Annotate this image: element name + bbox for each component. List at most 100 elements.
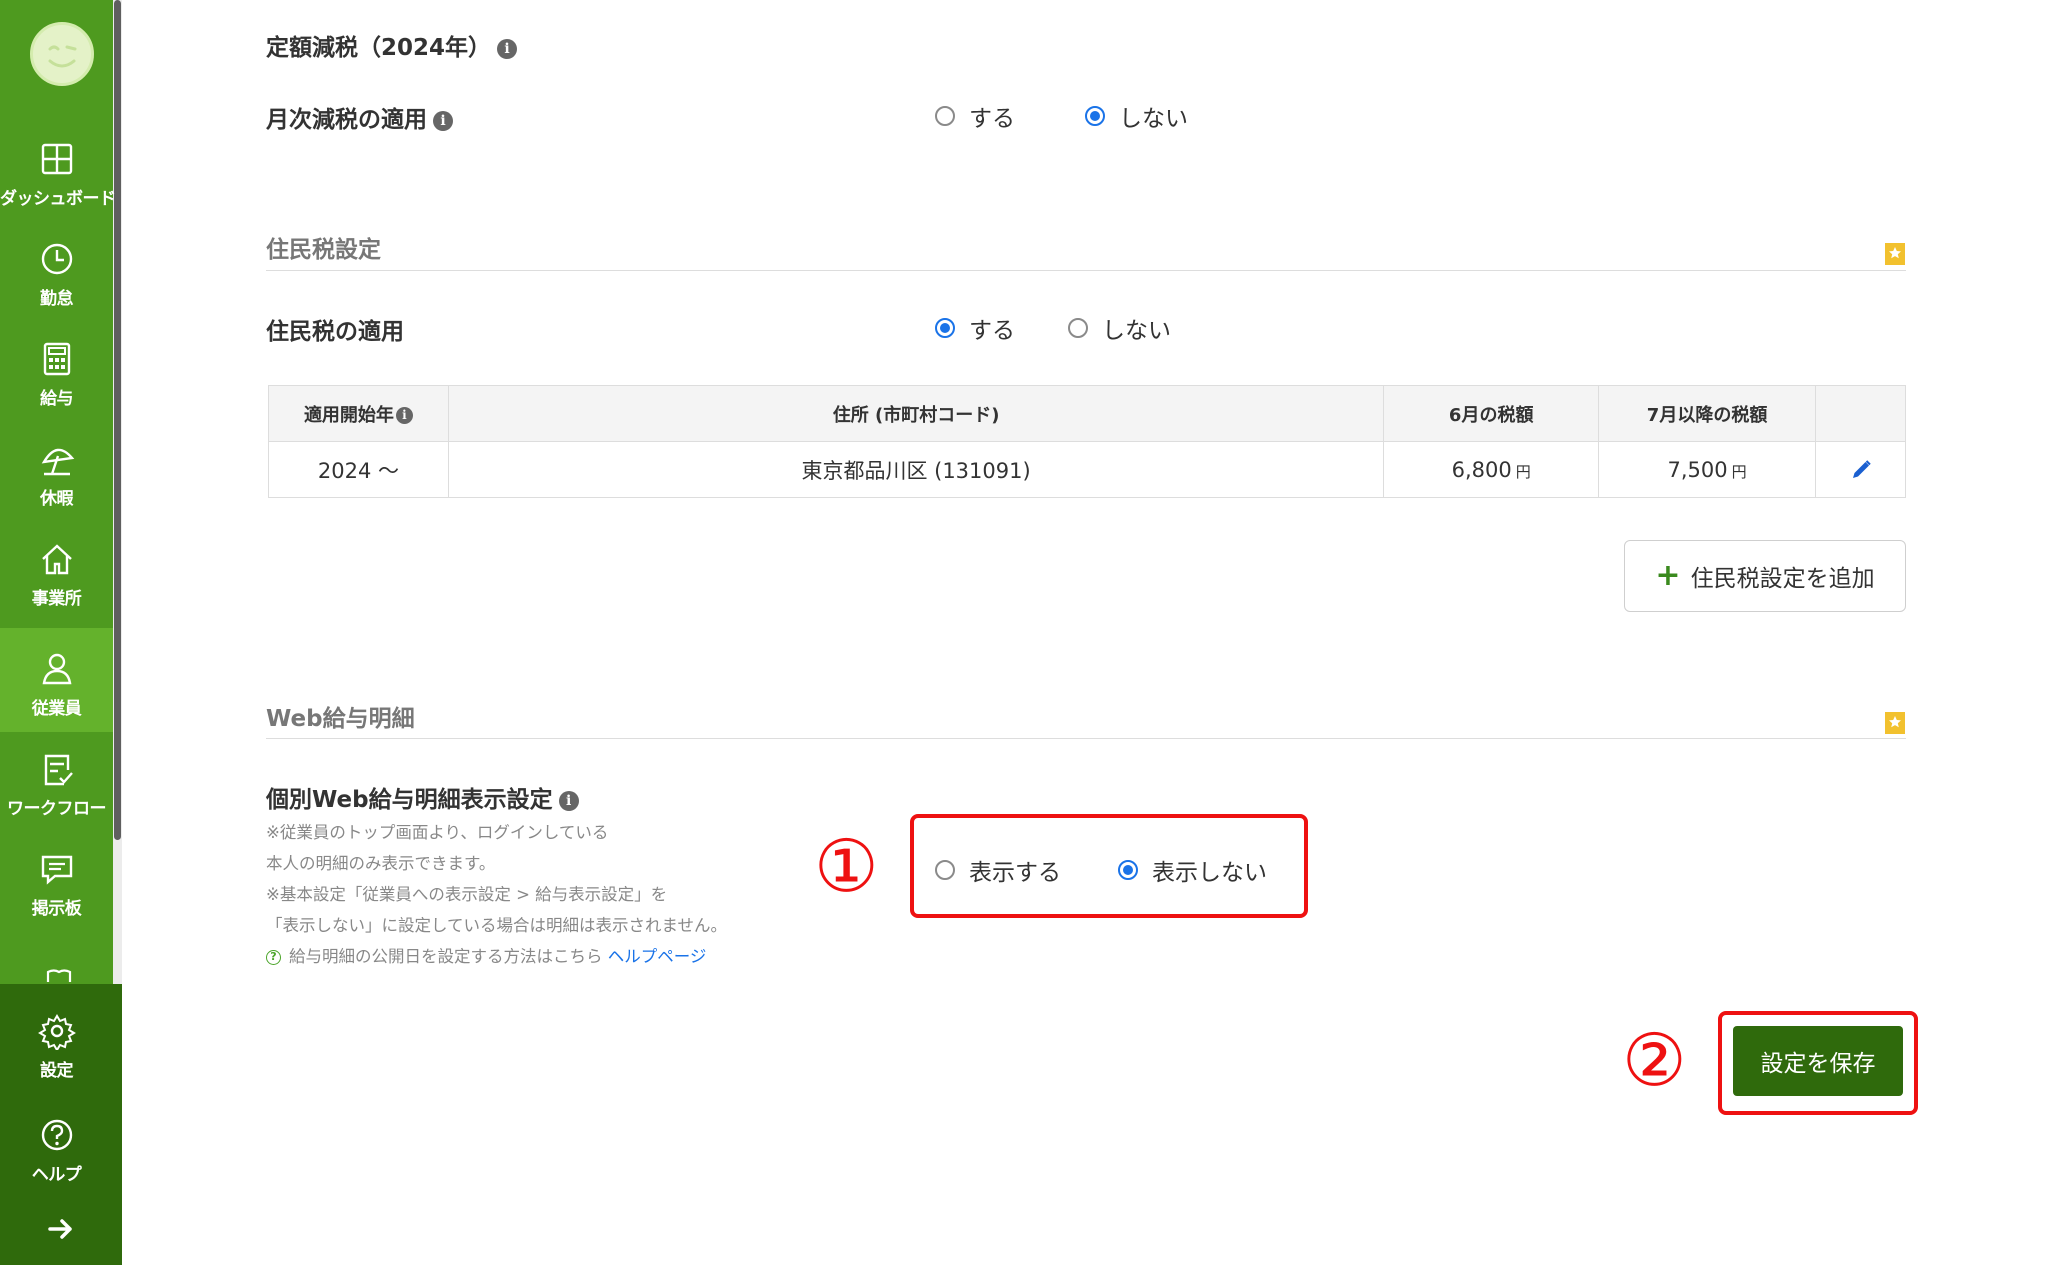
radio-checked-icon bbox=[935, 318, 955, 338]
sidebar-scrollbar-thumb[interactable] bbox=[114, 0, 121, 840]
annotation-step-2: ② bbox=[1622, 1018, 1687, 1102]
monthly-reduction-label-text: 月次減税の適用 bbox=[266, 107, 427, 133]
cell-july-tax: 7,500 円 bbox=[1598, 441, 1816, 498]
clock-icon bbox=[41, 243, 73, 275]
checklist-icon bbox=[44, 754, 73, 786]
sidebar-item-payroll[interactable]: 給与 bbox=[0, 318, 113, 422]
add-button-label: 住民税設定を追加 bbox=[1690, 566, 1875, 592]
resident-tax-apply-label: 住民税の適用 bbox=[266, 319, 404, 345]
cell-actions bbox=[1815, 441, 1906, 498]
sidebar-item-bulletin[interactable]: 掲示板 bbox=[0, 828, 113, 932]
radio-label: 表示する bbox=[969, 860, 1061, 886]
info-icon[interactable]: i bbox=[558, 790, 579, 811]
plus-icon: + bbox=[1655, 558, 1681, 593]
sidebar-item-label: ワークフロー bbox=[7, 799, 107, 819]
info-icon[interactable]: i bbox=[433, 110, 453, 131]
person-icon bbox=[42, 653, 72, 685]
pencil-icon[interactable] bbox=[1849, 458, 1873, 482]
fixed-tax-title-text: 定額減税（2024年） bbox=[266, 35, 492, 61]
radio-label: しない bbox=[1102, 318, 1171, 344]
gear-icon bbox=[38, 1014, 76, 1050]
sidebar-item-office[interactable]: 事業所 bbox=[0, 518, 113, 622]
save-settings-button[interactable]: 設定を保存 bbox=[1733, 1026, 1903, 1096]
sidebar-item-workflow[interactable]: ワークフロー bbox=[0, 728, 113, 832]
radio-checked-icon bbox=[1118, 860, 1138, 880]
june-tax-value: 6,800 bbox=[1451, 457, 1512, 482]
sidebar-item-label: 掲示板 bbox=[31, 899, 82, 919]
calculator-icon bbox=[43, 342, 71, 376]
help-circle-icon: ? bbox=[266, 950, 281, 965]
payslip-note-3: ※基本設定「従業員への表示設定 > 給与表示設定」を bbox=[266, 885, 668, 904]
fixed-tax-title: 定額減税（2024年） i bbox=[266, 28, 518, 62]
sidebar-item-label: 勤怠 bbox=[40, 289, 74, 309]
sidebar-item-label: 設定 bbox=[40, 1061, 74, 1081]
table-row: 2024 ～ 東京都品川区 (131091) 6,800 円 7,500 円 bbox=[268, 441, 1906, 498]
bookmark-star-icon[interactable] bbox=[1885, 243, 1905, 265]
payslip-note-4: 「表示しない」に設定している場合は明細は表示されません。 bbox=[266, 916, 728, 935]
radio-label: 表示しない bbox=[1152, 860, 1267, 886]
resident-tax-radio-no[interactable]: しない bbox=[1068, 311, 1171, 345]
sidebar-item-label: ヘルプ bbox=[31, 1165, 82, 1185]
july-tax-value: 7,500 bbox=[1667, 457, 1728, 482]
radio-unchecked-icon bbox=[935, 860, 955, 880]
yen-unit: 円 bbox=[1515, 462, 1531, 481]
home-icon bbox=[42, 544, 72, 575]
section-divider bbox=[266, 270, 1906, 271]
radio-checked-icon bbox=[1085, 106, 1105, 126]
annotation-step-1: ① bbox=[814, 824, 879, 908]
expand-arrow-icon[interactable] bbox=[44, 1214, 78, 1244]
payslip-radio-hide[interactable]: 表示しない bbox=[1118, 853, 1267, 887]
info-icon[interactable]: i bbox=[497, 38, 518, 59]
sidebar-item-help[interactable]: ヘルプ bbox=[0, 1094, 113, 1198]
radio-label: しない bbox=[1119, 106, 1188, 132]
cell-start-year: 2024 ～ bbox=[268, 441, 449, 498]
sidebar-item-label: 休暇 bbox=[40, 489, 74, 509]
radio-unchecked-icon bbox=[935, 106, 955, 126]
radio-label: する bbox=[969, 106, 1015, 132]
payslip-note-2: 本人の明細のみ表示できます。 bbox=[266, 854, 496, 873]
radio-unchecked-icon bbox=[1068, 318, 1088, 338]
document-icon bbox=[46, 969, 72, 982]
col-actions bbox=[1815, 385, 1906, 442]
help-page-link[interactable]: ヘルプページ bbox=[608, 947, 707, 966]
payslip-note-1: ※従業員のトップ画面より、ログインしている bbox=[266, 823, 609, 842]
resident-tax-radio-yes[interactable]: する bbox=[935, 311, 1015, 345]
monthly-reduction-radio-yes[interactable]: する bbox=[935, 99, 1015, 133]
sidebar: ダッシュボード 勤怠 給与 休暇 事業所 従業員 ワークフロー 掲示板 設定 ヘ… bbox=[0, 0, 122, 1265]
sidebar-item-label: ダッシュボード bbox=[0, 189, 116, 209]
add-resident-tax-button[interactable]: + 住民税設定を追加 bbox=[1624, 540, 1906, 612]
monthly-reduction-radio-no[interactable]: しない bbox=[1085, 99, 1188, 133]
umbrella-icon bbox=[41, 448, 75, 476]
avatar[interactable] bbox=[30, 22, 94, 86]
sidebar-item-leave[interactable]: 休暇 bbox=[0, 418, 113, 522]
info-icon[interactable]: i bbox=[395, 407, 413, 424]
main-content: 定額減税（2024年） i 月次減税の適用 i する しない 住民税設定 住民税の適… bbox=[122, 0, 2048, 1265]
col-address: 住所 (市町村コード) bbox=[447, 385, 1385, 442]
col-start-year: 適用開始年 i bbox=[268, 385, 449, 442]
table-header-row: 適用開始年 i 住所 (市町村コード) 6月の税額 7月以降の税額 bbox=[268, 385, 1906, 442]
bookmark-star-icon[interactable] bbox=[1885, 712, 1905, 734]
sidebar-item-attendance[interactable]: 勤怠 bbox=[0, 218, 113, 322]
web-payslip-section-title: Web給与明細 bbox=[266, 706, 415, 732]
sidebar-item-label: 給与 bbox=[40, 389, 74, 409]
payslip-display-setting-label: 個別Web給与明細表示設定 i bbox=[266, 780, 579, 814]
sidebar-item-settings[interactable]: 設定 bbox=[0, 990, 113, 1094]
section-divider bbox=[266, 738, 1906, 739]
radio-label: する bbox=[969, 318, 1015, 344]
cell-address: 東京都品川区 (131091) bbox=[447, 441, 1385, 498]
payslip-setting-label-text: 個別Web給与明細表示設定 bbox=[266, 787, 553, 813]
chat-icon bbox=[41, 855, 73, 885]
sidebar-item-dashboard[interactable]: ダッシュボード bbox=[0, 118, 116, 222]
monthly-reduction-label: 月次減税の適用 i bbox=[266, 100, 453, 134]
resident-tax-table: 適用開始年 i 住所 (市町村コード) 6月の税額 7月以降の税額 2024 ～ … bbox=[268, 385, 1906, 498]
cell-june-tax: 6,800 円 bbox=[1383, 441, 1600, 498]
resident-tax-section-title: 住民税設定 bbox=[266, 237, 381, 263]
sidebar-item-employees[interactable]: 従業員 bbox=[0, 628, 113, 732]
sidebar-item-label: 従業員 bbox=[31, 699, 82, 719]
question-icon bbox=[41, 1119, 73, 1151]
col-july-tax: 7月以降の税額 bbox=[1598, 385, 1816, 442]
sidebar-item-label: 事業所 bbox=[31, 589, 82, 609]
payslip-radio-show[interactable]: 表示する bbox=[935, 853, 1061, 887]
yen-unit: 円 bbox=[1731, 462, 1747, 481]
help-text: 給与明細の公開日を設定する方法はこちら bbox=[289, 947, 603, 966]
